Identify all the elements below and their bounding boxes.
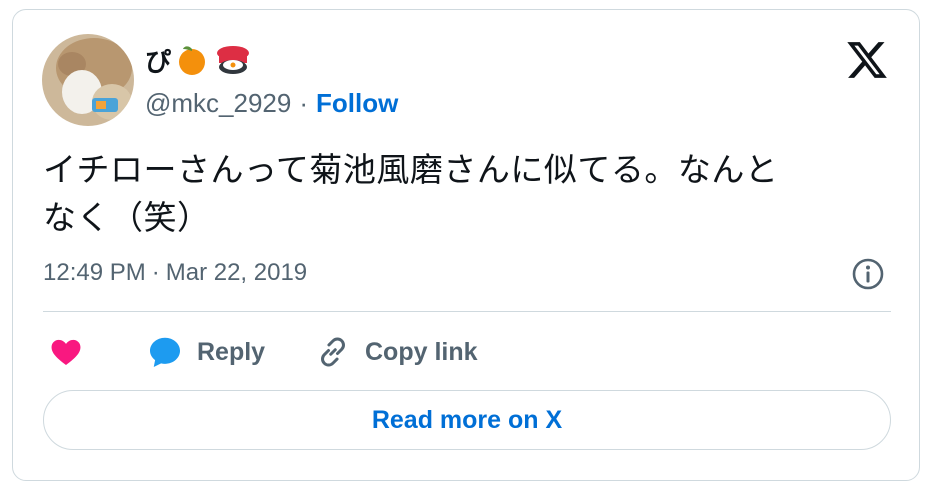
orange-emoji-icon: [175, 43, 209, 77]
reply-label[interactable]: Reply: [197, 338, 265, 367]
read-more-button[interactable]: Read more on X: [43, 390, 891, 450]
info-icon[interactable]: [851, 257, 885, 291]
tweet-date[interactable]: Mar 22, 2019: [166, 259, 307, 287]
link-icon: [321, 337, 345, 367]
copy-link-label[interactable]: Copy link: [365, 338, 478, 367]
display-name[interactable]: ぴ: [145, 42, 171, 79]
author-handle[interactable]: @mkc_2929: [145, 88, 291, 119]
copy-link-button[interactable]: Copy link: [315, 330, 478, 374]
like-button[interactable]: [49, 330, 97, 374]
heart-icon: [51, 339, 81, 366]
tweet-text-line-1: イチローさんって菊池風磨さんに似てる。なんと: [43, 150, 779, 189]
avatar[interactable]: [42, 34, 134, 126]
tweet-text: イチローさんって菊池風磨さんに似てる。なんと なく（笑）: [43, 146, 893, 242]
reply-bubble-icon: [150, 337, 180, 367]
sushi-emoji-icon: [213, 43, 253, 77]
reply-button[interactable]: Reply: [147, 330, 265, 374]
tweet-timestamp[interactable]: 12:49 PM · Mar 22, 2019: [43, 256, 307, 290]
divider: [43, 311, 891, 312]
meta-separator: ·: [151, 259, 160, 286]
read-more-label[interactable]: Read more on X: [372, 406, 562, 435]
separator-dot: ·: [299, 87, 309, 118]
follow-link[interactable]: Follow: [316, 88, 398, 119]
tweet-text-line-2: なく（笑）: [43, 198, 211, 237]
x-logo-icon[interactable]: [845, 38, 889, 82]
action-bar: Reply Copy link: [43, 330, 893, 374]
handle-row: @mkc_2929 · Follow: [145, 86, 398, 120]
author-name-row[interactable]: ぴ: [145, 42, 253, 78]
tweet-time[interactable]: 12:49 PM: [43, 259, 146, 287]
